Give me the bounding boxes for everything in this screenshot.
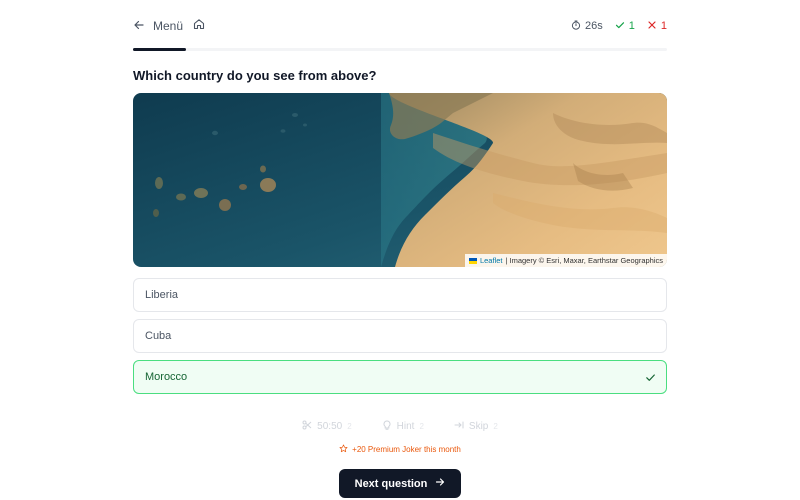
top-bar: Menü 26s 1 1 bbox=[133, 16, 667, 36]
answer-label: Liberia bbox=[145, 289, 179, 301]
next-label: Next question bbox=[354, 477, 428, 490]
answer-option-liberia[interactable]: Liberia bbox=[133, 278, 667, 312]
timer-value: 26s bbox=[585, 20, 603, 32]
answer-label: Cuba bbox=[145, 330, 172, 342]
fifty-fifty-button[interactable]: 50:50 2 bbox=[302, 420, 352, 433]
correct-stat: 1 bbox=[615, 20, 635, 33]
question-text: Which country do you see from above? bbox=[133, 68, 377, 83]
stats-group: 26s 1 1 bbox=[571, 20, 667, 33]
hint-button[interactable]: Hint 2 bbox=[382, 420, 424, 433]
home-icon bbox=[193, 17, 205, 35]
wrong-stat: 1 bbox=[647, 20, 667, 33]
nav-group: Menü bbox=[133, 17, 205, 35]
next-question-button[interactable]: Next question bbox=[339, 469, 461, 498]
hint-label: Hint bbox=[396, 421, 415, 432]
joker-bar: 50:50 2 Hint 2 Skip 2 bbox=[133, 420, 667, 433]
answer-options: Liberia Cuba Morocco bbox=[133, 278, 667, 401]
correct-count: 1 bbox=[628, 20, 635, 32]
stopwatch-icon bbox=[571, 20, 581, 33]
map-imagery bbox=[133, 93, 667, 267]
fifty-fifty-count: 2 bbox=[347, 422, 352, 431]
back-to-menu-button[interactable]: Menü bbox=[133, 19, 183, 34]
ukraine-flag-icon bbox=[468, 257, 477, 264]
premium-joker-note[interactable]: +20 Premium Joker this month bbox=[133, 444, 667, 455]
premium-text: +20 Premium Joker this month bbox=[352, 445, 461, 454]
hint-count: 2 bbox=[419, 422, 424, 431]
imagery-credit: | Imagery © Esri, Maxar, Earthstar Geogr… bbox=[505, 256, 663, 265]
lightbulb-icon bbox=[382, 420, 392, 433]
scissors-icon bbox=[302, 420, 312, 433]
timer-stat: 26s bbox=[571, 20, 603, 33]
wrong-count: 1 bbox=[660, 20, 667, 32]
map-attribution: Leaflet | Imagery © Esri, Maxar, Earthst… bbox=[464, 254, 667, 267]
answer-label: Morocco bbox=[145, 371, 188, 383]
back-label: Menü bbox=[153, 19, 184, 33]
answer-option-morocco[interactable]: Morocco bbox=[133, 360, 667, 394]
check-icon bbox=[615, 20, 625, 33]
answer-option-cuba[interactable]: Cuba bbox=[133, 319, 667, 353]
skip-count: 2 bbox=[493, 422, 498, 431]
skip-button[interactable]: Skip 2 bbox=[454, 420, 498, 433]
check-icon bbox=[645, 372, 656, 383]
arrow-left-icon bbox=[133, 19, 145, 34]
arrow-right-icon bbox=[435, 477, 445, 490]
skip-label: Skip bbox=[468, 421, 489, 432]
skip-forward-icon bbox=[454, 420, 464, 433]
home-button[interactable] bbox=[193, 17, 205, 35]
star-icon bbox=[339, 444, 348, 455]
satellite-map[interactable]: Leaflet | Imagery © Esri, Maxar, Earthst… bbox=[133, 93, 667, 267]
progress-fill bbox=[133, 48, 187, 51]
x-icon bbox=[647, 20, 657, 33]
leaflet-link[interactable]: Leaflet bbox=[480, 256, 503, 265]
fifty-fifty-label: 50:50 bbox=[317, 421, 343, 432]
progress-bar bbox=[133, 48, 667, 51]
